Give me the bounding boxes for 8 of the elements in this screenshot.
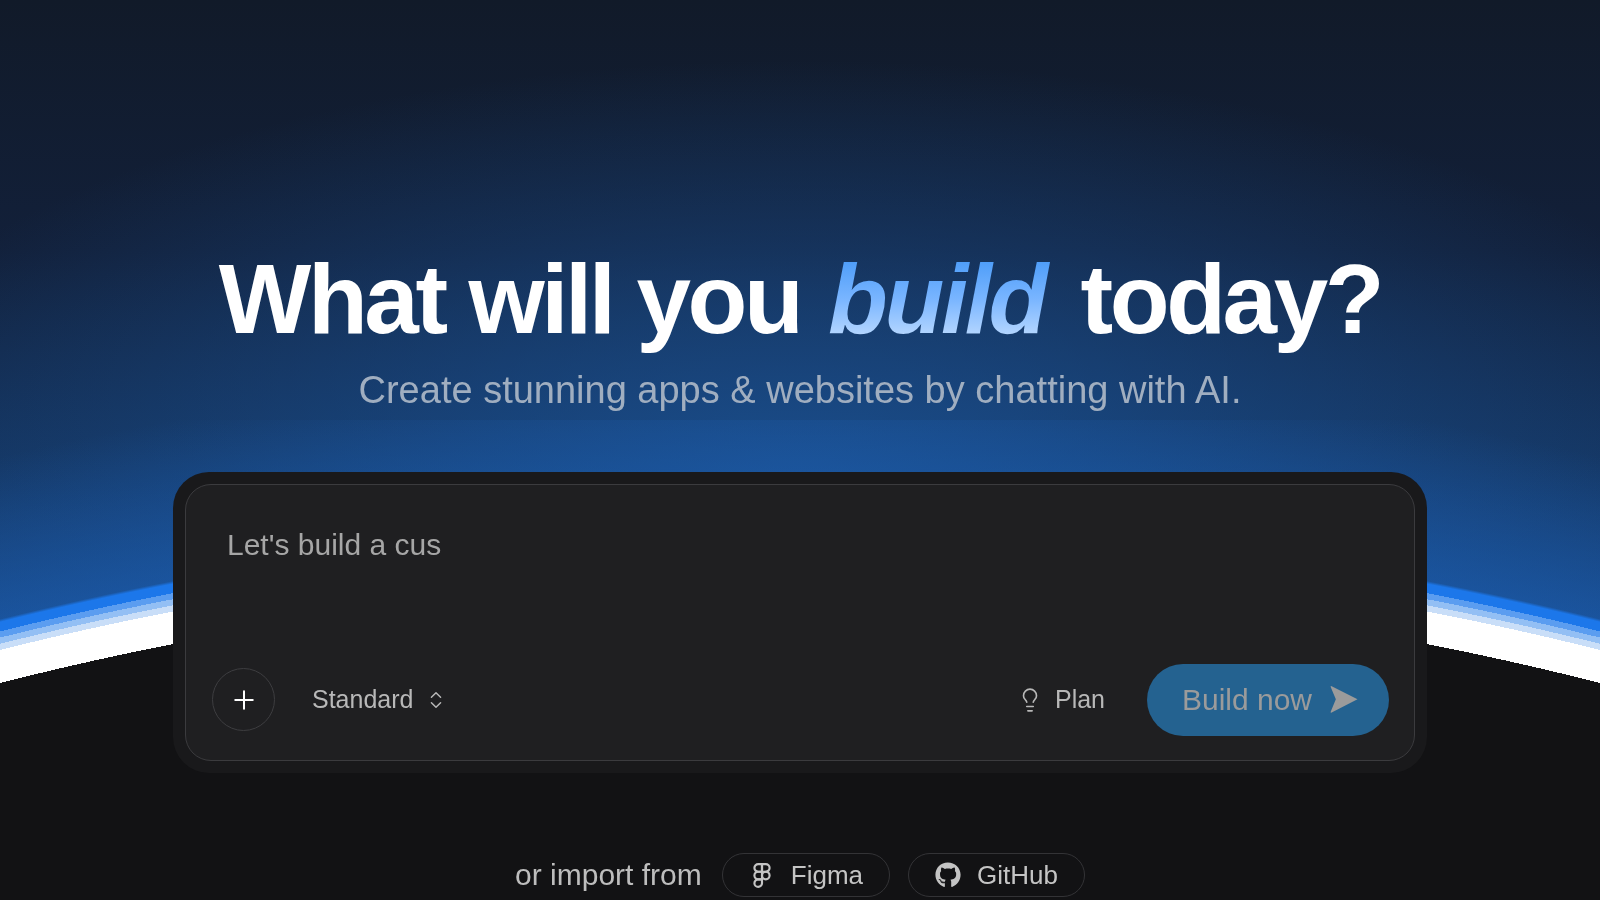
- send-icon: [1330, 686, 1359, 714]
- import-label: or import from: [515, 859, 702, 890]
- github-logo-icon: [935, 861, 961, 888]
- prompt-input[interactable]: Let's build a cus: [227, 526, 1389, 664]
- plan-button[interactable]: Plan: [1016, 686, 1105, 713]
- mode-selector[interactable]: Standard: [312, 687, 448, 713]
- hero-title: What will you build today?: [218, 246, 1382, 354]
- hero-subtitle: Create stunning apps & websites by chatting with AI.: [358, 367, 1242, 412]
